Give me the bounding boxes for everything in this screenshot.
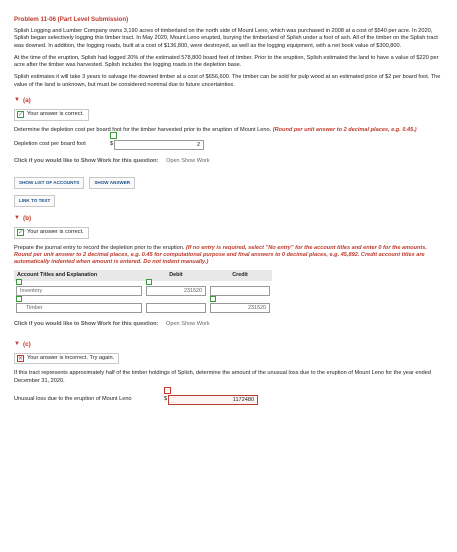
part-a-show-work: Click if you would like to Show Work for… — [14, 158, 443, 165]
debit-input[interactable] — [146, 303, 206, 314]
header-debit: Debit — [144, 270, 208, 282]
part-b-header[interactable]: ▼ (b) — [14, 215, 443, 223]
correct-flag-icon — [16, 279, 22, 286]
correct-flag-icon — [16, 296, 22, 303]
part-b-feedback: ✓ Your answer is correct. — [14, 227, 89, 239]
collapse-triangle-icon[interactable]: ▼ — [14, 97, 20, 105]
part-b-question-text: Prepare the journal entry to record the … — [14, 244, 185, 251]
credit-input[interactable] — [210, 286, 270, 297]
collapse-triangle-icon[interactable]: ▼ — [14, 341, 20, 349]
part-a-question: Determine the depletion cost per board f… — [14, 127, 443, 134]
currency-symbol: $ — [110, 141, 114, 148]
problem-page: Problem 11-06 (Part Level Submission) Sp… — [0, 0, 457, 552]
part-b-question: Prepare the journal entry to record the … — [14, 245, 443, 267]
part-a-field-label: Depletion cost per board foot — [14, 141, 86, 148]
header-account: Account Titles and Explanation — [14, 270, 144, 282]
incorrect-flag-icon — [164, 386, 171, 394]
part-c-label: (c) — [22, 340, 31, 348]
problem-paragraph-2: At the time of the eruption, Splish had … — [14, 54, 439, 69]
debit-input[interactable]: 231520 — [146, 286, 206, 297]
collapse-triangle-icon[interactable]: ▼ — [14, 215, 20, 223]
account-select[interactable]: Timber — [16, 303, 142, 314]
table-row: Timber 231520 — [14, 296, 272, 315]
part-c-feedback-text: Your answer is incorrect. Try again. — [27, 354, 115, 361]
checkmark-icon: ✓ — [17, 111, 24, 119]
part-a-open-show-work-link[interactable]: Open Show Work — [166, 158, 210, 164]
part-b-open-show-work-link[interactable]: Open Show Work — [166, 321, 210, 327]
part-a-feedback: ✓ Your answer is correct. — [14, 109, 89, 121]
problem-title: Problem 11-06 (Part Level Submission) — [14, 16, 129, 23]
account-select[interactable]: Inventory — [16, 286, 142, 297]
part-a-field-row: Depletion cost per board foot $ 2 — [14, 131, 443, 150]
checkmark-icon: ✓ — [17, 229, 24, 237]
part-c-header[interactable]: ▼ (c) — [14, 341, 443, 349]
table-row: Inventory 231520 — [14, 279, 272, 298]
part-b-label: (b) — [22, 214, 32, 222]
show-list-of-accounts-button[interactable]: SHOW LIST OF ACCOUNTS — [14, 177, 85, 190]
part-c-feedback: ✕ Your answer is incorrect. Try again. — [14, 352, 120, 365]
correct-flag-icon — [146, 279, 152, 286]
link-buttons: LINK TO TEXT — [14, 195, 443, 207]
part-a-label: (a) — [22, 96, 31, 104]
journal-entry-table: Account Titles and Explanation Debit Cre… — [14, 270, 272, 315]
problem-paragraph-3: Splish estimates it will take 3 years to… — [14, 74, 441, 88]
problem-paragraph-1: Splish Logging and Lumber Company owns 3… — [14, 28, 438, 49]
part-a-question-text: Determine the depletion cost per board f… — [14, 126, 272, 133]
part-b-feedback-text: Your answer is correct. — [27, 229, 84, 236]
part-a-hint: (Round per unit answer to 2 decimal plac… — [272, 126, 417, 133]
unusual-loss-input[interactable]: 1172480 — [168, 394, 259, 405]
cross-icon: ✕ — [17, 355, 24, 363]
part-a-feedback-text: Your answer is correct. — [27, 111, 84, 118]
depletion-cost-input[interactable]: 2 — [114, 139, 205, 150]
correct-flag-icon — [210, 296, 216, 303]
part-c-field-label: Unusual loss due to the eruption of Moun… — [14, 396, 132, 403]
part-b-show-work-prompt: Click if you would like to Show Work for… — [14, 321, 159, 328]
credit-input[interactable]: 231520 — [210, 303, 270, 314]
part-c-field-wrap: $ 1172480 — [164, 386, 259, 405]
part-c-field-row: Unusual loss due to the eruption of Moun… — [14, 386, 443, 405]
part-c-question: If this tract represents approximately h… — [14, 370, 431, 384]
journal-header-row: Account Titles and Explanation Debit Cre… — [14, 270, 272, 282]
part-a-field-wrap: $ 2 — [110, 131, 205, 150]
correct-flag-icon — [110, 131, 117, 139]
show-answer-button[interactable]: SHOW ANSWER — [89, 177, 136, 190]
currency-symbol: $ — [164, 396, 168, 403]
part-a-show-work-prompt: Click if you would like to Show Work for… — [14, 157, 159, 164]
header-credit: Credit — [208, 270, 272, 282]
part-b-show-work: Click if you would like to Show Work for… — [14, 321, 443, 328]
part-a-header[interactable]: ▼ (a) — [14, 97, 443, 105]
link-to-text-button[interactable]: LINK TO TEXT — [14, 195, 56, 207]
action-buttons: SHOW LIST OF ACCOUNTS SHOW ANSWER — [14, 177, 443, 190]
